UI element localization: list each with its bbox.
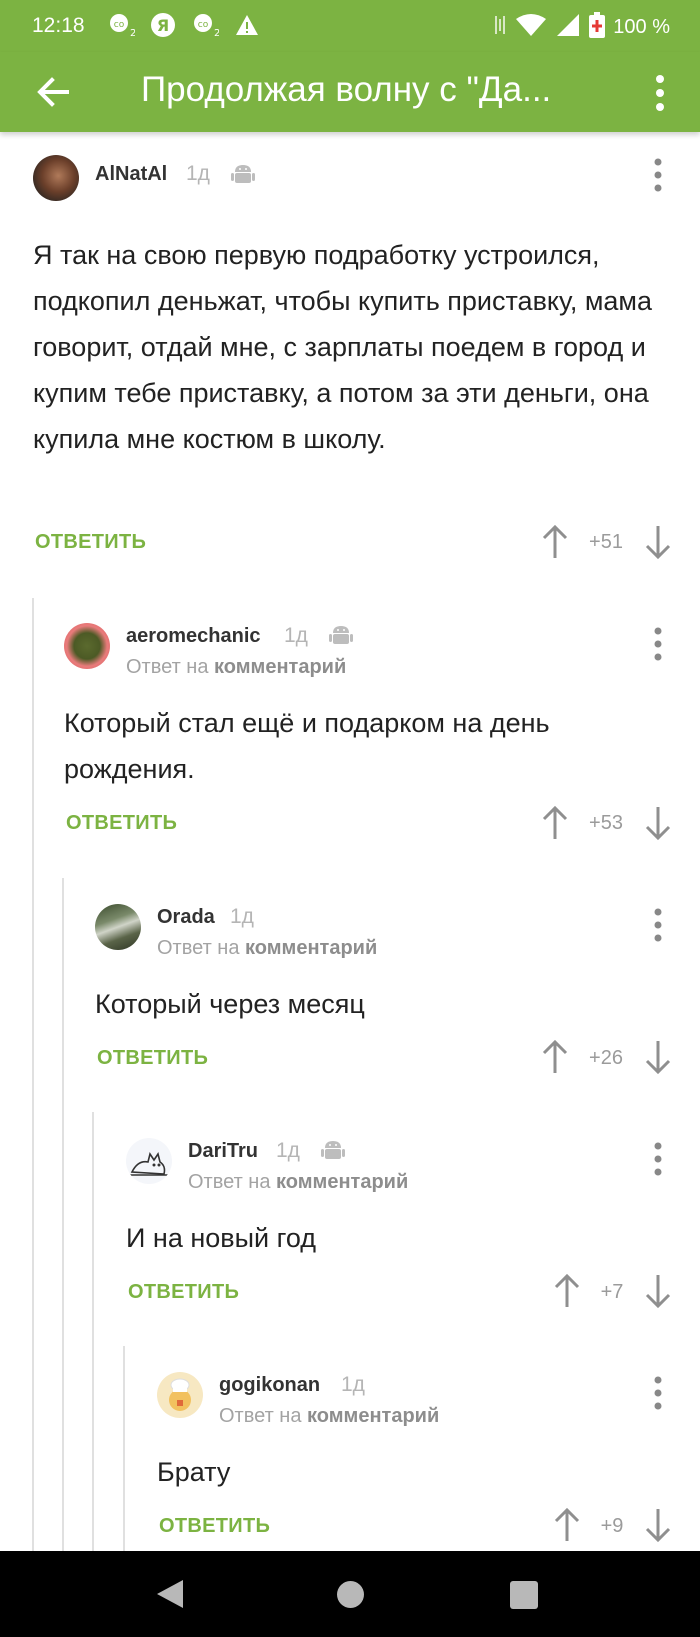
arrow-down-icon[interactable] xyxy=(644,1039,672,1075)
more-vertical-icon[interactable] xyxy=(648,74,672,112)
more-vertical-icon[interactable] xyxy=(650,908,666,942)
reply-prefix: Ответ на xyxy=(188,1171,271,1193)
thread-line xyxy=(62,878,64,1551)
app-bar: Продолжая волну с "Да... xyxy=(0,52,700,132)
comment-author[interactable]: gogikonan xyxy=(219,1374,320,1397)
reply-target-link[interactable]: комментарий xyxy=(307,1405,439,1427)
system-nav-bar xyxy=(0,1551,700,1637)
co2-notification-icon: co 2 xyxy=(190,12,220,38)
android-icon xyxy=(231,165,255,183)
svg-text:2: 2 xyxy=(214,28,219,38)
comment-time: 1д xyxy=(230,905,254,928)
comment-author[interactable]: aeromechanic xyxy=(126,625,261,648)
comment-time: 1д xyxy=(186,162,210,185)
reply-prefix: Ответ на xyxy=(126,656,209,678)
cat-drawing-icon xyxy=(130,1152,168,1176)
warning-icon xyxy=(232,12,262,38)
avatar[interactable] xyxy=(157,1372,203,1418)
reply-prefix: Ответ на xyxy=(157,937,240,959)
co2-notification-icon: co 2 xyxy=(106,12,136,38)
reply-prefix: Ответ на xyxy=(219,1405,302,1427)
comment-author[interactable]: Orada xyxy=(157,906,215,929)
thread-line xyxy=(123,1346,125,1551)
comment-author[interactable]: DariTru xyxy=(188,1140,258,1163)
comment-text: Брату xyxy=(157,1457,231,1487)
comment-rating: +9 xyxy=(600,1515,624,1537)
reply-to: Ответ на комментарий xyxy=(157,937,377,960)
triangle-back-icon[interactable] xyxy=(155,1578,185,1610)
svg-text:2: 2 xyxy=(130,28,135,38)
more-vertical-icon[interactable] xyxy=(650,158,666,192)
thread-line xyxy=(92,1112,94,1551)
comment-time: 1д xyxy=(341,1373,365,1396)
more-vertical-icon[interactable] xyxy=(650,627,666,661)
reply-target-link[interactable]: комментарий xyxy=(214,656,346,678)
arrow-up-icon[interactable] xyxy=(553,1273,581,1309)
comment-time: 1д xyxy=(284,624,308,647)
svg-text:co: co xyxy=(198,20,209,30)
reply-button[interactable]: ОТВЕТИТЬ xyxy=(128,1281,239,1304)
android-icon xyxy=(321,1141,345,1159)
comment-text: Который через месяц xyxy=(95,989,365,1019)
svg-text:co: co xyxy=(114,20,125,30)
status-time: 12:18 xyxy=(32,14,85,37)
reply-button[interactable]: ОТВЕТИТЬ xyxy=(35,531,146,554)
comment-text: И на новый год xyxy=(126,1223,317,1253)
comment-text: Я так на свою первую подработку устроилс… xyxy=(33,240,652,454)
arrow-up-icon[interactable] xyxy=(541,805,569,841)
comment-author[interactable]: AlNatAl xyxy=(95,163,167,186)
vibrate-icon xyxy=(493,13,507,42)
arrow-up-icon[interactable] xyxy=(541,524,569,560)
comment-rating: +26 xyxy=(589,1047,623,1069)
reply-button[interactable]: ОТВЕТИТЬ xyxy=(159,1515,270,1538)
cell-signal-icon xyxy=(555,13,581,42)
circle-home-icon[interactable] xyxy=(337,1581,364,1608)
avatar[interactable] xyxy=(64,623,110,669)
comment-rating: +53 xyxy=(589,812,623,834)
avatar[interactable] xyxy=(126,1138,172,1184)
svg-text:Я: Я xyxy=(157,16,169,35)
status-bar: 12:18 co 2 Я co 2 100 % xyxy=(0,0,700,52)
reply-button[interactable]: ОТВЕТИТЬ xyxy=(66,812,177,835)
reply-to: Ответ на комментарий xyxy=(219,1405,439,1428)
reply-button[interactable]: ОТВЕТИТЬ xyxy=(97,1047,208,1070)
avatar[interactable] xyxy=(33,155,79,201)
comment-rating: +51 xyxy=(589,531,623,553)
wifi-icon xyxy=(515,13,547,42)
more-vertical-icon[interactable] xyxy=(650,1142,666,1176)
more-vertical-icon[interactable] xyxy=(650,1376,666,1410)
reply-target-link[interactable]: комментарий xyxy=(276,1171,408,1193)
battery-icon xyxy=(589,12,606,43)
battery-level: 100 % xyxy=(613,16,670,38)
arrow-down-icon[interactable] xyxy=(644,1507,672,1543)
reply-to: Ответ на комментарий xyxy=(188,1171,408,1194)
reply-to: Ответ на комментарий xyxy=(126,656,346,679)
avatar[interactable] xyxy=(95,904,141,950)
square-recents-icon[interactable] xyxy=(510,1581,538,1609)
arrow-down-icon[interactable] xyxy=(644,1273,672,1309)
arrow-left-icon[interactable] xyxy=(34,72,74,112)
arrow-up-icon[interactable] xyxy=(541,1039,569,1075)
comment-rating: +7 xyxy=(600,1281,624,1303)
android-icon xyxy=(329,626,353,644)
thread-line xyxy=(32,598,34,1551)
chef-character-icon xyxy=(169,1378,191,1411)
comment-text: Который стал ещё и подарком на день рожд… xyxy=(64,708,550,784)
arrow-down-icon[interactable] xyxy=(644,524,672,560)
comment-time: 1д xyxy=(276,1139,300,1162)
reply-target-link[interactable]: комментарий xyxy=(245,937,377,959)
yandex-icon: Я xyxy=(148,12,178,38)
arrow-down-icon[interactable] xyxy=(644,805,672,841)
arrow-up-icon[interactable] xyxy=(553,1507,581,1543)
page-title: Продолжая волну с "Да... xyxy=(141,70,552,109)
